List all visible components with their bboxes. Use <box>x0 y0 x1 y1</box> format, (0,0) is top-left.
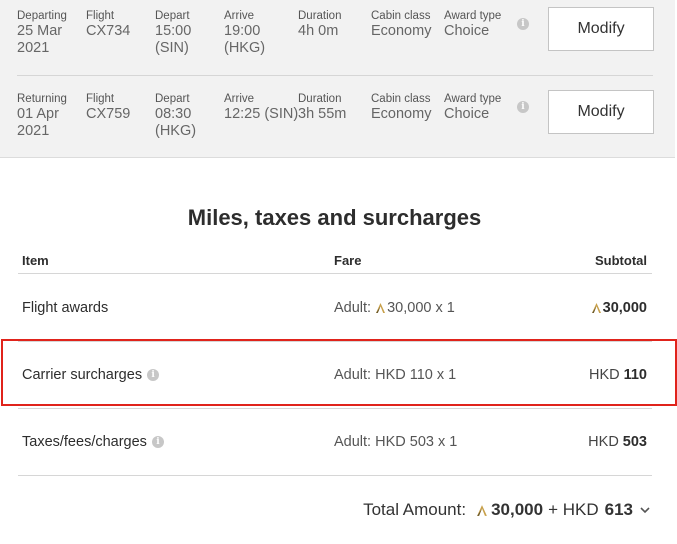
cabin-col: Cabin class Economy <box>371 9 431 40</box>
row-subtotal: 30,000 <box>591 275 647 341</box>
award-col: Award type Choice <box>444 92 501 123</box>
charges-table-header: Item Fare Subtotal <box>18 250 652 274</box>
flight-number-col: Flight CX734 <box>86 9 130 40</box>
total-label: Total Amount: <box>363 500 467 519</box>
fare-prefix: Adult: <box>334 367 376 383</box>
row-item: Taxes/fees/charges i <box>22 409 164 475</box>
direction-col: Departing 25 Mar 2021 <box>17 9 67 56</box>
arrive-time: 19:00 (HKG) <box>224 23 266 56</box>
arrive-label: Arrive <box>224 10 255 22</box>
row-item-label: Taxes/fees/charges <box>22 434 147 450</box>
flight-number: CX734 <box>86 23 131 39</box>
row-subtotal: HKD 503 <box>588 409 647 475</box>
row-fare: Adult: HKD 503 x 1 <box>334 409 457 475</box>
cabin-value: Economy <box>371 23 432 39</box>
duration-label: Duration <box>298 10 342 22</box>
total-amount[interactable]: Total Amount: 30,000 + HKD 613 <box>363 500 651 520</box>
arrive-time: 12:25 (SIN) <box>224 106 299 122</box>
depart-label: Depart <box>155 10 190 22</box>
asia-miles-icon <box>477 504 487 516</box>
award-label: Award type <box>444 93 502 105</box>
duration-col: Duration 3h 55m <box>298 92 346 123</box>
depart-time: 15:00 (SIN) <box>155 23 192 56</box>
row-item-label: Carrier surcharges <box>22 367 143 383</box>
charges-title: Miles, taxes and surcharges <box>187 205 482 230</box>
chevron-down-icon[interactable] <box>639 504 651 516</box>
subtotal-amount: 503 <box>622 434 647 450</box>
table-row-flight-awards: Flight awards Adult: 30,000 x 1 30,000 <box>18 275 652 342</box>
total-miles: 30,000 <box>491 500 544 519</box>
info-icon[interactable]: i <box>151 436 164 448</box>
duration-value: 3h 55m <box>298 106 347 122</box>
flight-label: Flight <box>86 93 115 105</box>
subtotal-amount: 30,000 <box>602 300 647 316</box>
modify-departing-button[interactable]: Modify <box>548 7 654 51</box>
fare-amount: 30,000 x 1 <box>387 300 455 316</box>
arrive-label: Arrive <box>224 93 255 105</box>
flight-summary-panel: Departing 25 Mar 2021 Flight CX734 Depar… <box>0 0 675 158</box>
award-value: Choice <box>444 106 490 122</box>
asia-miles-icon <box>591 303 601 313</box>
flight-row-returning: Returning 01 Apr 2021 Flight CX759 Depar… <box>0 83 675 159</box>
row-divider <box>17 75 653 76</box>
info-icon[interactable]: i <box>517 101 529 113</box>
cabin-col: Cabin class Economy <box>371 92 431 123</box>
row-item: Flight awards <box>22 275 108 341</box>
fare-amount: HKD 503 x 1 <box>375 434 458 450</box>
total-plus-currency: + HKD <box>548 500 599 519</box>
depart-time: 08:30 (HKG) <box>155 106 197 139</box>
direction-col: Returning 01 Apr 2021 <box>17 92 67 139</box>
fare-amount: HKD 110 x 1 <box>375 367 457 383</box>
depart-label: Depart <box>155 93 190 105</box>
header-item: Item <box>22 253 49 268</box>
subtotal-amount: 110 <box>623 367 647 383</box>
direction-label: Returning <box>17 93 67 105</box>
arrive-col: Arrive 12:25 (SIN) <box>224 92 298 123</box>
duration-col: Duration 4h 0m <box>298 9 341 40</box>
direction-label: Departing <box>17 10 67 22</box>
table-row-taxes-fees: Taxes/fees/charges i Adult: HKD 503 x 1 … <box>18 409 652 476</box>
cabin-value: Economy <box>371 106 432 122</box>
header-fare: Fare <box>334 253 362 268</box>
info-icon[interactable]: i <box>147 369 160 381</box>
info-icon[interactable]: i <box>517 18 529 30</box>
depart-col: Depart 15:00 (SIN) <box>155 9 191 56</box>
table-row-carrier-surcharges: Carrier surcharges i Adult: HKD 110 x 1 … <box>18 342 652 409</box>
arrive-col: Arrive 19:00 (HKG) <box>224 9 265 56</box>
flight-number-col: Flight CX759 <box>86 92 130 123</box>
flight-label: Flight <box>86 10 115 22</box>
subtotal-currency: HKD <box>588 367 620 383</box>
row-item: Carrier surcharges i <box>22 342 160 408</box>
flight-date: 01 Apr 2021 <box>17 106 59 139</box>
duration-label: Duration <box>298 93 342 105</box>
subtotal-currency: HKD <box>588 434 619 450</box>
row-fare: Adult: HKD 110 x 1 <box>334 342 456 408</box>
award-col: Award type Choice <box>444 9 501 40</box>
fare-prefix: Adult: <box>334 434 376 450</box>
depart-col: Depart 08:30 (HKG) <box>155 92 196 139</box>
row-item-label: Flight awards <box>22 300 109 316</box>
modify-returning-button[interactable]: Modify <box>548 90 654 134</box>
cabin-label: Cabin class <box>371 10 431 22</box>
total-cash: 613 <box>604 500 633 519</box>
award-value: Choice <box>444 23 490 39</box>
flight-row-departing: Departing 25 Mar 2021 Flight CX734 Depar… <box>0 0 675 76</box>
flight-date: 25 Mar 2021 <box>17 23 63 56</box>
asia-miles-icon <box>376 303 386 313</box>
flight-number: CX759 <box>86 106 131 122</box>
row-subtotal: HKD 110 <box>589 342 647 408</box>
duration-value: 4h 0m <box>298 23 339 39</box>
award-label: Award type <box>444 10 502 22</box>
fare-prefix: Adult: <box>334 300 376 316</box>
header-subtotal: Subtotal <box>595 253 647 268</box>
row-fare: Adult: 30,000 x 1 <box>334 275 455 341</box>
cabin-label: Cabin class <box>371 93 431 105</box>
